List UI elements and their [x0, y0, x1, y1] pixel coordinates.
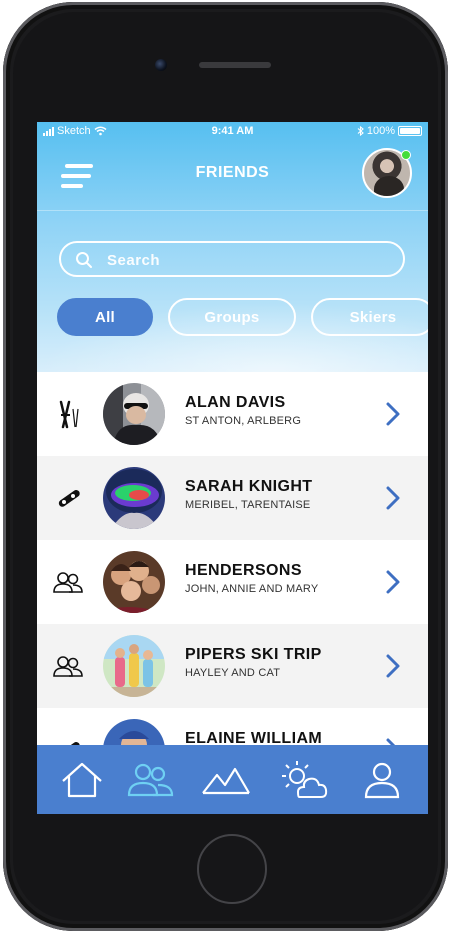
skis-icon — [59, 400, 79, 429]
chevron-right-icon[interactable] — [384, 653, 402, 679]
phone-frame: Sketch 9:41 AM 100% FRIENDS Search All G… — [3, 2, 448, 931]
friend-photo — [103, 551, 165, 613]
friend-location: JOHN, ANNIE AND MARY — [185, 583, 319, 595]
tab-bar — [37, 745, 428, 814]
chevron-right-icon[interactable] — [384, 485, 402, 511]
battery-icon — [398, 126, 422, 136]
friend-row[interactable]: PIPERS SKI TRIP HAYLEY AND CAT — [37, 624, 428, 708]
friend-location: ST ANTON, ARLBERG — [185, 415, 302, 427]
weather-icon — [282, 761, 328, 798]
bluetooth-icon — [357, 126, 364, 136]
profile-avatar-button[interactable] — [362, 148, 412, 198]
friends-icon — [127, 763, 174, 797]
filter-all-chip[interactable]: All — [57, 298, 153, 336]
search-icon — [76, 252, 92, 268]
camera-icon — [155, 59, 167, 71]
friend-photo — [103, 383, 165, 445]
friend-name: HENDERSONS — [185, 562, 302, 579]
tab-profile[interactable] — [357, 759, 407, 801]
friend-location: HAYLEY AND CAT — [185, 667, 281, 679]
friend-name: ALAN DAVIS — [185, 394, 286, 411]
filter-groups-chip[interactable]: Groups — [168, 298, 296, 336]
filter-skiers-chip[interactable]: Skiers — [311, 298, 428, 336]
tab-home[interactable] — [57, 759, 107, 801]
status-bar: Sketch 9:41 AM 100% — [37, 122, 428, 142]
chevron-right-icon[interactable] — [384, 401, 402, 427]
search-input[interactable] — [107, 249, 387, 271]
friend-row[interactable]: HENDERSONS JOHN, ANNIE AND MARY — [37, 540, 428, 624]
online-status-dot — [401, 150, 411, 160]
mountains-icon — [202, 767, 250, 795]
tab-mountains[interactable] — [201, 759, 251, 801]
search-bar[interactable] — [59, 241, 405, 277]
tab-weather[interactable] — [279, 759, 329, 801]
battery-percent: 100% — [366, 125, 395, 137]
friend-name: PIPERS SKI TRIP — [185, 646, 322, 663]
tab-friends[interactable] — [125, 759, 175, 801]
friend-row[interactable]: SARAH KNIGHT MERIBEL, TARENTAISE — [37, 456, 428, 540]
friend-name: SARAH KNIGHT — [185, 478, 313, 495]
status-right: 100% — [357, 125, 422, 137]
home-button[interactable] — [197, 834, 267, 904]
speaker-grille — [199, 62, 271, 68]
snowboard-icon — [58, 490, 80, 507]
profile-icon — [364, 762, 400, 799]
home-icon — [62, 762, 102, 798]
group-icon — [53, 656, 83, 677]
group-icon — [53, 572, 83, 593]
friend-photo — [103, 635, 165, 697]
friend-location: MERIBEL, TARENTAISE — [185, 499, 311, 511]
chevron-right-icon[interactable] — [384, 569, 402, 595]
friend-photo — [103, 467, 165, 529]
header-divider — [37, 210, 428, 211]
app-screen: Sketch 9:41 AM 100% FRIENDS Search All G… — [37, 122, 428, 814]
friend-row[interactable]: ALAN DAVIS ST ANTON, ARLBERG — [37, 372, 428, 456]
nav-header: FRIENDS — [37, 142, 428, 210]
